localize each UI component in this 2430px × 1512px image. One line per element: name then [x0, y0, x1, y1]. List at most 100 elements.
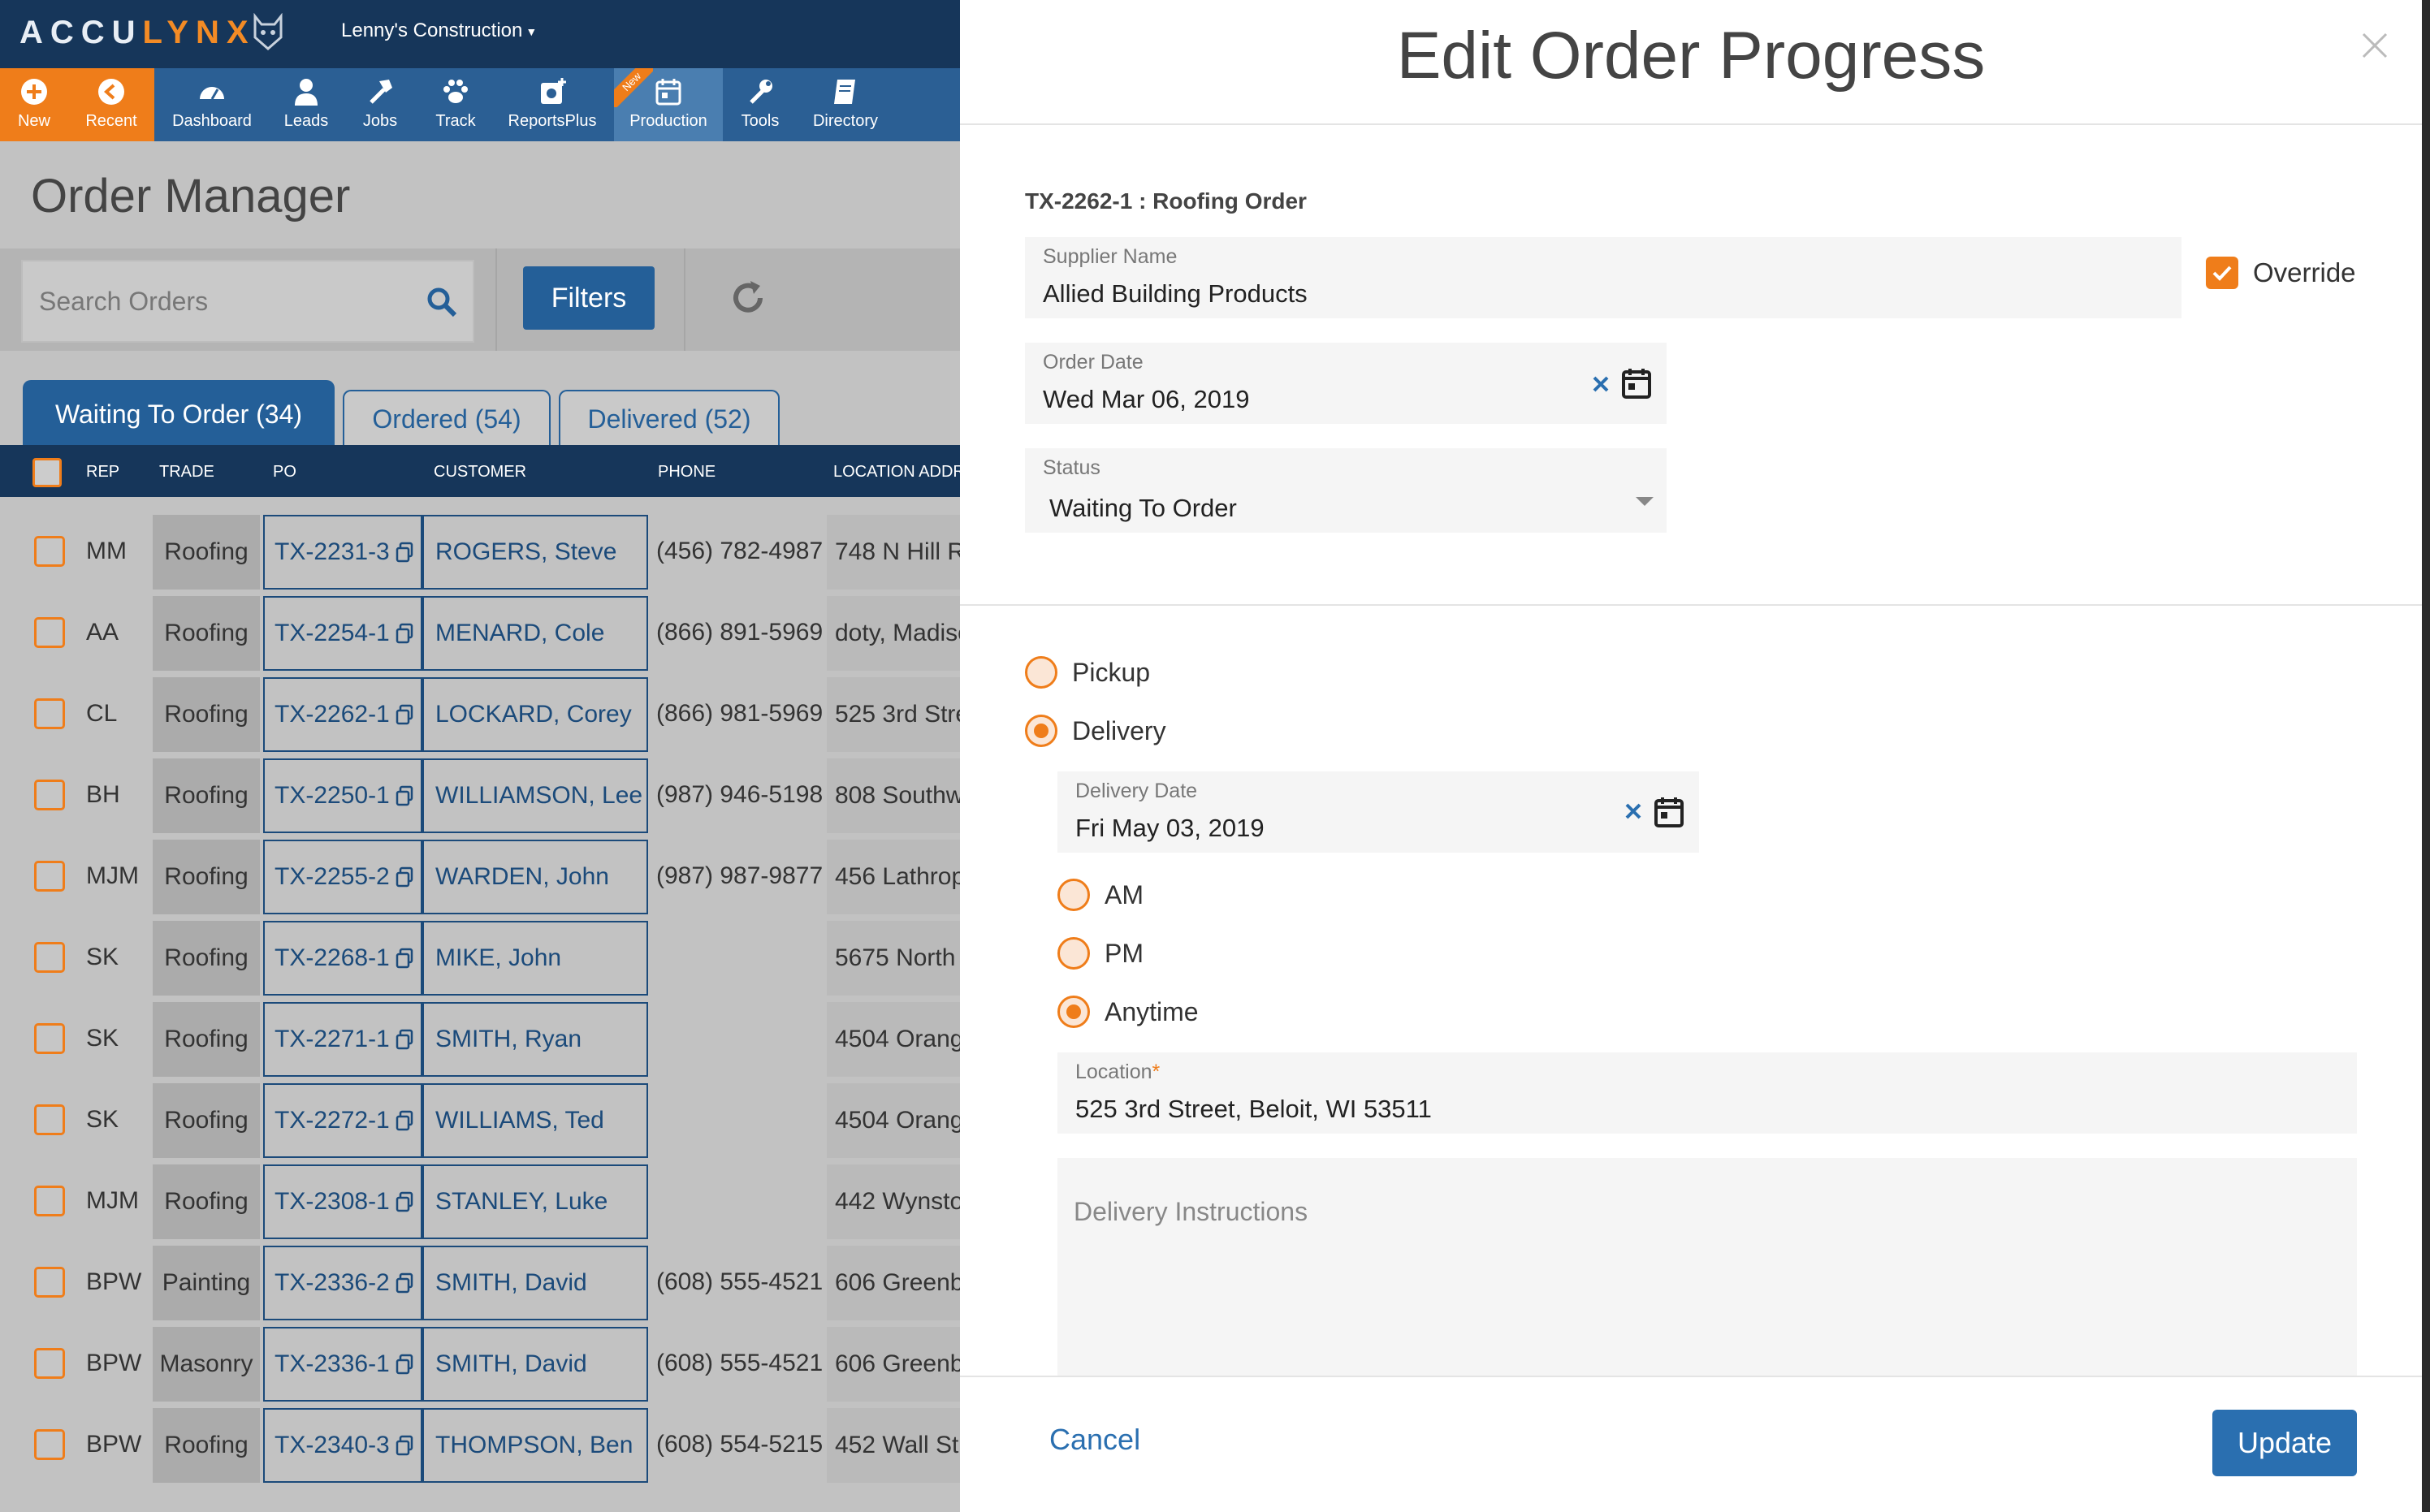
- copy-icon[interactable]: [395, 866, 414, 888]
- row-checkbox[interactable]: [34, 1104, 65, 1135]
- customer-link[interactable]: STANLEY, Luke: [422, 1164, 648, 1239]
- row-checkbox[interactable]: [34, 1023, 65, 1054]
- nav-new[interactable]: New: [0, 68, 68, 141]
- customer-link[interactable]: SMITH, David: [422, 1246, 648, 1320]
- customer-link[interactable]: LOCKARD, Corey: [422, 677, 648, 752]
- update-button[interactable]: Update: [2212, 1410, 2357, 1476]
- tab-waiting-to-order[interactable]: Waiting To Order (34): [23, 380, 335, 447]
- customer-link[interactable]: ROGERS, Steve: [422, 515, 648, 590]
- copy-icon[interactable]: [395, 1354, 414, 1375]
- customer-link[interactable]: THOMPSON, Ben: [422, 1408, 648, 1483]
- acculynx-logo[interactable]: ACCULYNX: [19, 15, 256, 50]
- tab-delivered[interactable]: Delivered (52): [559, 390, 780, 447]
- row-checkbox[interactable]: [34, 780, 65, 810]
- po-link[interactable]: TX-2255-2: [263, 840, 422, 914]
- table-row[interactable]: BPW Painting TX-2336-2 SMITH, David (608) 55…: [0, 1246, 960, 1320]
- table-row[interactable]: BPW Roofing TX-2340-3 THOMPSON, Ben (608) 55…: [0, 1408, 960, 1483]
- table-row[interactable]: MJM Roofing TX-2308-1 STANLEY, Luke 442 Wyns…: [0, 1164, 960, 1239]
- po-link[interactable]: TX-2340-3: [263, 1408, 422, 1483]
- customer-link[interactable]: SMITH, Ryan: [422, 1002, 648, 1077]
- clear-date-icon[interactable]: [1592, 375, 1610, 393]
- tab-ordered[interactable]: Ordered (54): [343, 390, 551, 447]
- po-link[interactable]: TX-2254-1: [263, 596, 422, 671]
- copy-icon[interactable]: [395, 1029, 414, 1050]
- table-row[interactable]: MJM Roofing TX-2255-2 WARDEN, John (987) 987…: [0, 840, 960, 914]
- filters-button[interactable]: Filters: [523, 266, 655, 330]
- table-row[interactable]: SK Roofing TX-2272-1 WILLIAMS, Ted 4504 Oran…: [0, 1083, 960, 1158]
- status-select[interactable]: Status Waiting To Order: [1025, 448, 1667, 533]
- copy-icon[interactable]: [395, 542, 414, 563]
- row-checkbox[interactable]: [34, 942, 65, 973]
- location-field[interactable]: Location* 525 3rd Street, Beloit, WI 535…: [1057, 1052, 2357, 1134]
- customer-link[interactable]: SMITH, David: [422, 1327, 648, 1402]
- clear-date-icon[interactable]: [1624, 802, 1642, 820]
- nav-reportsplus[interactable]: ReportsPlus: [499, 68, 606, 141]
- column-header-po[interactable]: PO: [273, 463, 296, 482]
- refresh-icon[interactable]: [728, 278, 768, 318]
- calendar-icon[interactable]: [1654, 796, 1684, 828]
- pm-radio[interactable]: PM: [1057, 937, 1144, 970]
- copy-icon[interactable]: [395, 1435, 414, 1456]
- customer-link[interactable]: MENARD, Cole: [422, 596, 648, 671]
- customer-link[interactable]: WILLIAMS, Ted: [422, 1083, 648, 1158]
- table-row[interactable]: CL Roofing TX-2262-1 LOCKARD, Corey (866) 98…: [0, 677, 960, 752]
- column-header-customer[interactable]: CUSTOMER: [434, 463, 526, 482]
- table-row[interactable]: SK Roofing TX-2268-1 MIKE, John 5675 North: [0, 921, 960, 996]
- nav-recent[interactable]: Recent: [68, 68, 154, 141]
- nav-directory[interactable]: Directory: [804, 68, 887, 141]
- copy-icon[interactable]: [395, 1191, 414, 1212]
- customer-link[interactable]: WARDEN, John: [422, 840, 648, 914]
- close-icon[interactable]: [2359, 29, 2391, 62]
- copy-icon[interactable]: [395, 623, 414, 644]
- table-row[interactable]: BPW Masonry TX-2336-1 SMITH, David (608) 555…: [0, 1327, 960, 1402]
- customer-link[interactable]: MIKE, John: [422, 921, 648, 996]
- table-row[interactable]: BH Roofing TX-2250-1 WILLIAMSON, Lee (987) 9…: [0, 758, 960, 833]
- copy-icon[interactable]: [395, 704, 414, 725]
- delivery-instructions-input[interactable]: [1057, 1158, 2357, 1377]
- column-header-rep[interactable]: REP: [86, 463, 119, 482]
- copy-icon[interactable]: [395, 785, 414, 806]
- column-header-location[interactable]: LOCATION ADDR: [833, 463, 965, 482]
- search-input[interactable]: [23, 261, 404, 341]
- cancel-button[interactable]: Cancel: [1049, 1423, 1140, 1457]
- po-link[interactable]: TX-2308-1: [263, 1164, 422, 1239]
- search-icon[interactable]: [426, 286, 458, 318]
- override-checkbox[interactable]: Override: [2206, 257, 2356, 289]
- table-row[interactable]: SK Roofing TX-2271-1 SMITH, Ryan 4504 Orange: [0, 1002, 960, 1077]
- po-link[interactable]: TX-2262-1: [263, 677, 422, 752]
- po-link[interactable]: TX-2271-1: [263, 1002, 422, 1077]
- calendar-icon[interactable]: [1621, 367, 1652, 400]
- order-date-field[interactable]: Order Date Wed Mar 06, 2019: [1025, 343, 1667, 424]
- row-checkbox[interactable]: [34, 1348, 65, 1379]
- po-link[interactable]: TX-2268-1: [263, 921, 422, 996]
- column-header-phone[interactable]: PHONE: [658, 463, 716, 482]
- row-checkbox[interactable]: [34, 1267, 65, 1298]
- nav-dashboard[interactable]: Dashboard: [162, 68, 262, 141]
- row-checkbox[interactable]: [34, 617, 65, 648]
- am-radio[interactable]: AM: [1057, 879, 1144, 911]
- copy-icon[interactable]: [395, 1110, 414, 1131]
- copy-icon[interactable]: [395, 948, 414, 969]
- table-row[interactable]: AA Roofing TX-2254-1 MENARD, Cole (866) 891-…: [0, 596, 960, 671]
- anytime-radio[interactable]: Anytime: [1057, 996, 1199, 1028]
- row-checkbox[interactable]: [34, 861, 65, 892]
- company-switcher[interactable]: Lenny's Construction ▼: [341, 19, 537, 42]
- select-all-checkbox[interactable]: [32, 458, 62, 487]
- row-checkbox[interactable]: [34, 1186, 65, 1216]
- delivery-date-field[interactable]: Delivery Date Fri May 03, 2019: [1057, 771, 1699, 853]
- nav-track[interactable]: Track: [422, 68, 489, 141]
- nav-production[interactable]: New Production: [614, 68, 723, 141]
- po-link[interactable]: TX-2336-1: [263, 1327, 422, 1402]
- copy-icon[interactable]: [395, 1272, 414, 1294]
- nav-tools[interactable]: Tools: [729, 68, 791, 141]
- row-checkbox[interactable]: [34, 536, 65, 567]
- column-header-trade[interactable]: TRADE: [159, 463, 214, 482]
- supplier-name-field[interactable]: Supplier Name Allied Building Products: [1025, 237, 2181, 318]
- customer-link[interactable]: WILLIAMSON, Lee: [422, 758, 648, 833]
- po-link[interactable]: TX-2231-3: [263, 515, 422, 590]
- row-checkbox[interactable]: [34, 698, 65, 729]
- row-checkbox[interactable]: [34, 1429, 65, 1460]
- po-link[interactable]: TX-2336-2: [263, 1246, 422, 1320]
- po-link[interactable]: TX-2272-1: [263, 1083, 422, 1158]
- nav-jobs[interactable]: Jobs: [348, 68, 413, 141]
